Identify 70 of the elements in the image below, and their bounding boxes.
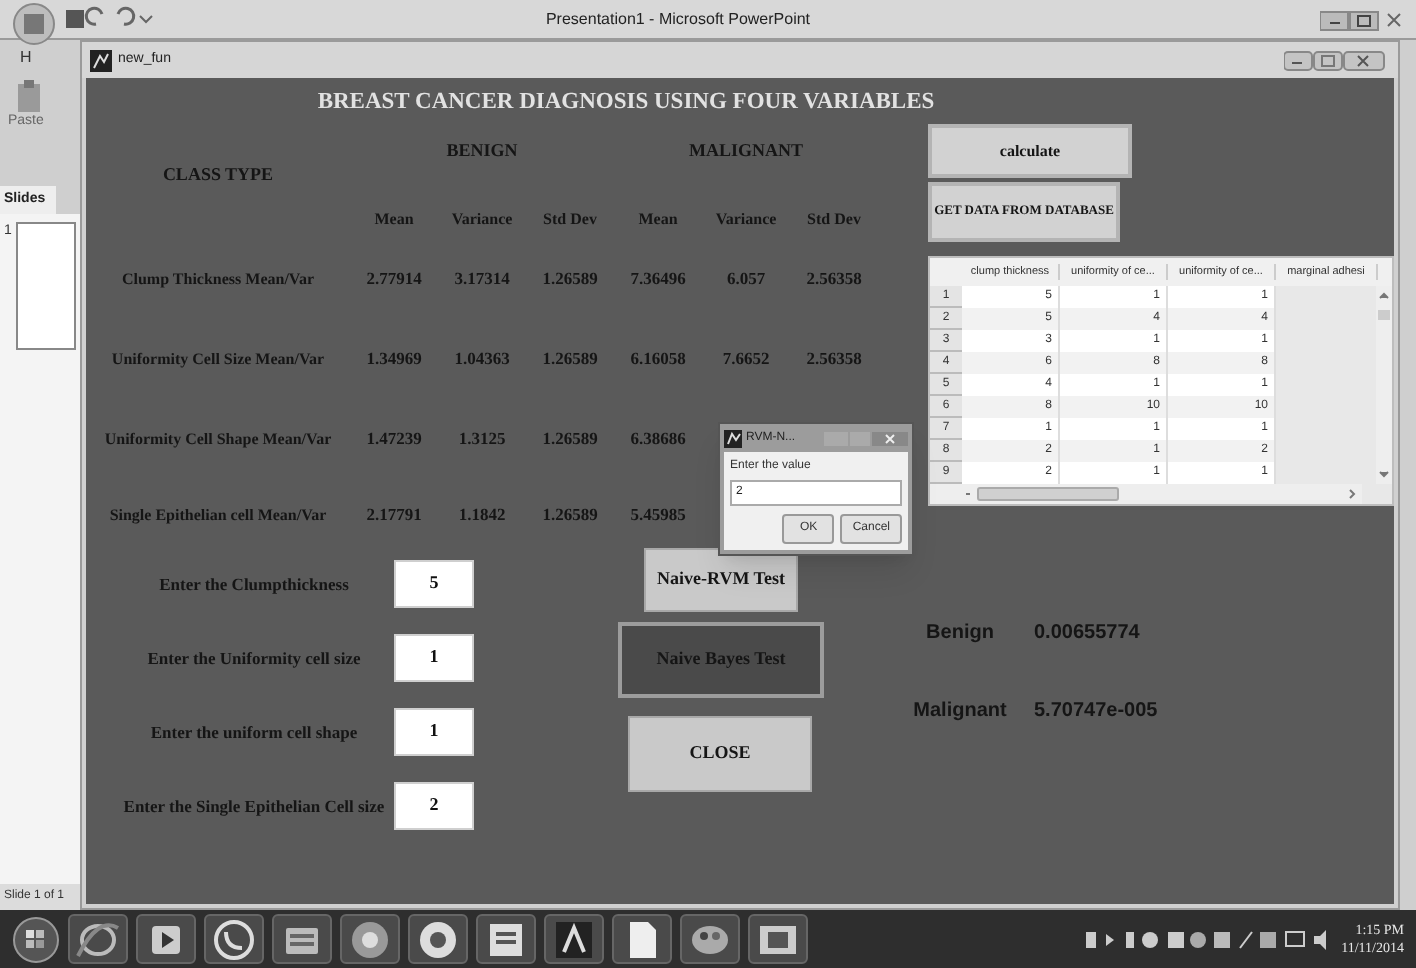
table-cell: 7.6652: [722, 345, 770, 371]
field-label: Enter the uniform cell shape: [148, 721, 360, 743]
scroll-bar[interactable]: [1376, 286, 1392, 484]
column-header: BENIGN: [446, 138, 518, 164]
taskbar-button[interactable]: [340, 914, 400, 964]
quick-access-drawing[interactable]: [64, 6, 156, 32]
input-field[interactable]: 1: [394, 708, 474, 756]
action-button[interactable]: CLOSE: [628, 716, 812, 792]
clipboard-icon[interactable]: [12, 80, 44, 112]
column-header: Variance: [715, 208, 777, 232]
row-label: Uniformity Cell Shape Mean/Var: [102, 427, 334, 449]
taskbar-button[interactable]: [544, 914, 604, 964]
field-label: Enter the Uniformity cell size: [145, 647, 363, 669]
field-label: Enter the Single Epithelian Cell size: [122, 795, 386, 817]
window-controls-drawing[interactable]: [1320, 7, 1404, 31]
start-button[interactable]: [12, 915, 60, 963]
result-value: 5.70747e-005: [1034, 698, 1158, 726]
window-controls-drawing[interactable]: [1284, 49, 1386, 71]
table-cell: 1.34969: [366, 345, 422, 371]
scroll-bar[interactable]: [930, 484, 1362, 504]
column-header: Std Dev: [807, 208, 861, 232]
column-header: CLASS TYPE: [160, 162, 276, 189]
table-cell: 1.26589: [542, 501, 598, 527]
column-header: MALIGNANT: [688, 138, 803, 164]
taskbar-button[interactable]: [748, 914, 808, 964]
result-label: Malignant: [911, 698, 1009, 726]
column-header: Mean: [638, 208, 678, 232]
table-cell: 3.17314: [454, 265, 510, 291]
table-cell: 1.26589: [542, 265, 598, 291]
table-cell: 1.26589: [542, 345, 598, 371]
app-icon: [724, 429, 742, 447]
input-field[interactable]: 5: [394, 560, 474, 608]
input-field[interactable]: 1: [394, 634, 474, 682]
table-cell: 5.45985: [630, 501, 686, 527]
table-cell: 2.77914: [366, 265, 422, 291]
action-button[interactable]: Naive-RVM Test: [644, 548, 798, 612]
table-cell: 1.3125: [458, 425, 506, 451]
result-label: Benign: [924, 620, 996, 648]
ribbon-tab[interactable]: H: [0, 40, 80, 72]
taskbar-button[interactable]: [136, 914, 196, 964]
row-label: Uniformity Cell Size Mean/Var: [109, 347, 327, 369]
table-cell: 7.36496: [630, 265, 686, 291]
input-field[interactable]: 2: [394, 782, 474, 830]
table-cell: 1.26589: [542, 425, 598, 451]
table-cell: 6.057: [726, 265, 766, 291]
table-cell: 2.56358: [806, 345, 862, 371]
table-cell: 1.1842: [458, 501, 506, 527]
table-cell: 6.38686: [630, 425, 686, 451]
slide-thumbnail[interactable]: [15, 222, 76, 350]
table-cell: 6.16058: [630, 345, 686, 371]
heading: BREAST CANCER DIAGNOSIS USING FOUR VARIABLES: [315, 88, 937, 118]
result-value: 0.00655774: [1034, 620, 1140, 648]
row-label: Single Epithelian cell Mean/Var: [107, 503, 329, 525]
table-cell: 2.17791: [366, 501, 422, 527]
table-cell: 1.04363: [454, 345, 510, 371]
row-label: Clump Thickness Mean/Var: [119, 267, 317, 289]
taskbar-button[interactable]: [612, 914, 672, 964]
column-header: Mean: [374, 208, 414, 232]
window-title: Presentation1 - Microsoft PowerPoint: [543, 7, 813, 31]
app-icon: [90, 49, 112, 71]
office-button[interactable]: [12, 1, 56, 45]
column-header: Variance: [451, 208, 513, 232]
table-cell: 1.47239: [366, 425, 422, 451]
field-label: Enter the Clumpthickness: [157, 573, 351, 595]
system-tray-drawing[interactable]: [1085, 925, 1326, 953]
table-cell: 2.56358: [806, 265, 862, 291]
taskbar-button[interactable]: [476, 914, 536, 964]
column-header: Std Dev: [543, 208, 597, 232]
taskbar-button[interactable]: [204, 914, 264, 964]
calculate-button[interactable]: calculate: [928, 124, 1132, 178]
